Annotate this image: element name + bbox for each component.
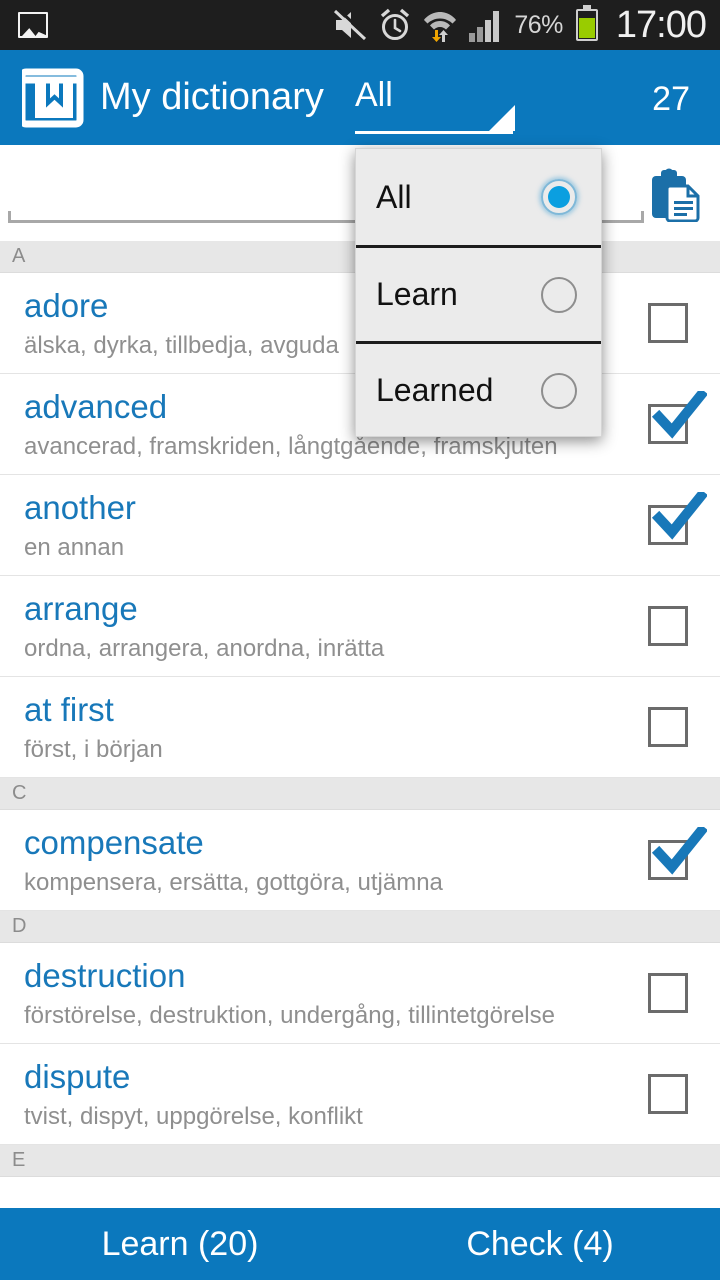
word-checkbox[interactable]	[648, 391, 707, 444]
word-checkbox[interactable]	[648, 1074, 688, 1114]
word-count: 27	[652, 80, 690, 118]
alarm-icon	[381, 8, 410, 40]
word-text: another	[24, 489, 136, 526]
filter-option-all[interactable]: All	[356, 149, 601, 245]
word-text: arrange	[24, 590, 138, 627]
spinner-underline	[355, 131, 513, 134]
filter-spinner[interactable]: All	[355, 72, 515, 134]
section-header-e: E	[0, 1145, 720, 1177]
chevron-down-icon	[489, 105, 515, 131]
radio-button-icon[interactable]	[541, 276, 577, 313]
filter-dropdown-menu[interactable]: All Learn Learned	[355, 148, 602, 437]
word-entry-row[interactable]: dispute tvist, dispyt, uppgörelse, konfli…	[0, 1044, 720, 1145]
word-checkbox[interactable]	[648, 707, 688, 747]
word-entry-row[interactable]: arrange ordna, arrangera, anordna, inrätt…	[0, 576, 720, 677]
word-text: compensate	[24, 824, 204, 861]
section-header-c: C	[0, 778, 720, 810]
check-button[interactable]: Check (4)	[360, 1225, 720, 1264]
book-bookmark-icon	[22, 67, 84, 128]
translation-text: kompensera, ersätta, gottgöra, utjämna	[24, 869, 443, 896]
app-bar: My dictionary All 27	[0, 50, 720, 145]
gallery-icon	[18, 12, 48, 38]
filter-spinner-label: All	[355, 76, 393, 114]
translation-text: först, i början	[24, 736, 163, 763]
word-checkbox[interactable]	[648, 303, 688, 343]
translation-text: tvist, dispyt, uppgörelse, konflikt	[24, 1103, 363, 1130]
word-text: dispute	[24, 1058, 131, 1095]
learn-button[interactable]: Learn (20)	[0, 1225, 360, 1264]
battery-icon	[575, 5, 598, 41]
translation-text: en annan	[24, 534, 125, 561]
word-checkbox[interactable]	[648, 973, 688, 1013]
word-entry-row[interactable]: compensate kompensera, ersätta, gottgöra,…	[0, 810, 720, 911]
word-text: at first	[24, 691, 114, 728]
filter-option-learned[interactable]: Learned	[356, 341, 601, 437]
translation-text: ordna, arrangera, anordna, inrätta	[24, 635, 385, 662]
signal-icon	[469, 11, 500, 42]
word-checkbox[interactable]	[648, 492, 707, 545]
clock-time: 17:00	[615, 3, 707, 46]
status-bar: 76% 17:00	[0, 0, 720, 50]
page-title: My dictionary	[100, 76, 324, 118]
bottom-action-bar: Learn (20) Check (4)	[0, 1208, 720, 1280]
word-entry-row[interactable]: destruction förstörelse, destruktion, und…	[0, 943, 720, 1044]
filter-option-learn[interactable]: Learn	[356, 245, 601, 341]
word-checkbox[interactable]	[648, 606, 688, 646]
radio-button-icon[interactable]	[541, 179, 577, 215]
filter-option-label: Learn	[376, 276, 458, 312]
app-screen: 76% 17:00 My dictionary All 27 A adore ä…	[0, 0, 720, 1280]
word-text: destruction	[24, 957, 186, 994]
mute-icon	[334, 8, 369, 41]
filter-option-label: All	[376, 178, 412, 215]
status-bar-left	[18, 12, 332, 38]
section-header-d: D	[0, 911, 720, 943]
clipboard-paste-icon[interactable]	[648, 167, 704, 223]
wifi-transfer-icon	[424, 12, 457, 42]
radio-button-icon[interactable]	[541, 372, 577, 409]
word-checkbox[interactable]	[648, 827, 707, 880]
status-bar-right: 76% 17:00	[332, 3, 707, 47]
word-entry-row[interactable]: at first först, i början	[0, 677, 720, 778]
battery-percent: 76%	[514, 10, 563, 39]
word-entry-row[interactable]: another en annan	[0, 475, 720, 576]
translation-text: förstörelse, destruktion, undergång, til…	[24, 1002, 555, 1029]
filter-option-label: Learned	[376, 372, 494, 408]
